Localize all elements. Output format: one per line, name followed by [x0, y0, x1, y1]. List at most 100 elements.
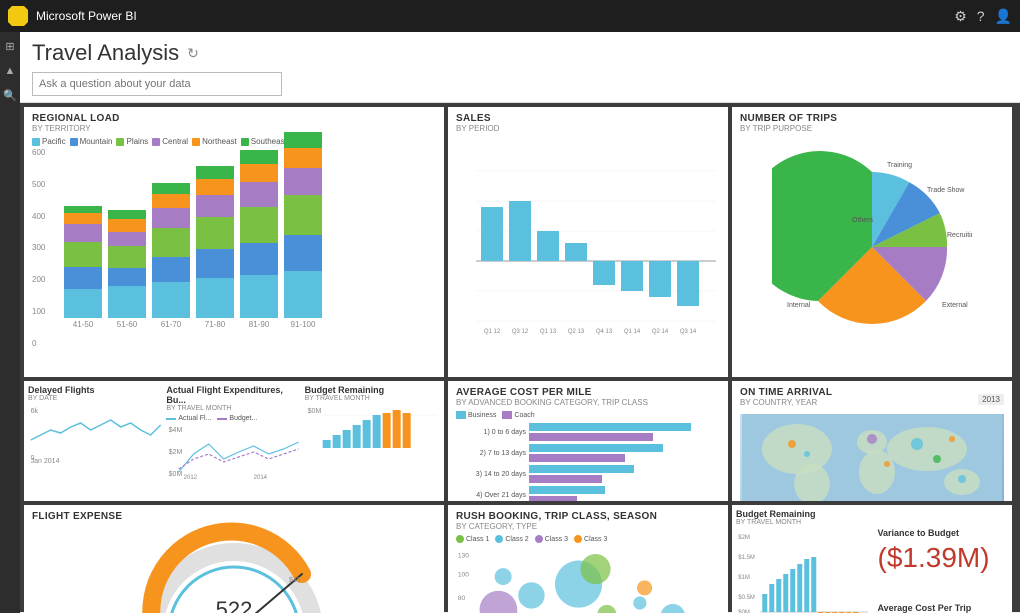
bubble-9[interactable] [661, 604, 686, 613]
bubble-7[interactable] [495, 568, 512, 585]
regional-load-legend: PacificMountainPlainsCentralNortheastSou… [32, 137, 436, 146]
delayed-line [31, 420, 161, 440]
user-icon[interactable]: 👤 [995, 8, 1012, 25]
bubble-chart-svg[interactable]: 130 100 80 60 40 20 20 40 50 60 80 minut… [456, 545, 720, 613]
trips-card: Number of Trips BY TRIP PURPOSE [732, 107, 1012, 377]
dot-3[interactable] [867, 434, 877, 444]
bubble-4[interactable] [597, 605, 616, 613]
nav-icon[interactable]: ▲ [5, 65, 16, 77]
dot-5[interactable] [911, 438, 923, 450]
y-label: 600 [32, 148, 45, 157]
bar-q3-14[interactable] [677, 261, 699, 306]
legend-actual: Actual Fl... [166, 415, 211, 422]
bar-row-0-6: 1) 0 to 6 days [456, 423, 720, 441]
bar-q2-13[interactable] [565, 243, 587, 261]
settings-icon[interactable]: ⚙ [954, 8, 967, 25]
budget-bar-chart[interactable]: $0M [305, 405, 440, 465]
coach-bar-0-6[interactable] [529, 433, 653, 441]
world-map[interactable]: © 2014 Microsoft Corporation [740, 414, 1004, 501]
avg-cost-title: Average Cost Per Mile [456, 387, 720, 398]
gauge-value-label: 522 [216, 597, 253, 613]
svg-text:$4M: $4M [169, 427, 183, 434]
bar-group-41-50[interactable] [64, 206, 102, 318]
dot-4[interactable] [884, 461, 890, 467]
dot-2[interactable] [804, 451, 810, 457]
home-icon[interactable]: ⊞ [5, 40, 14, 53]
bar-group-91-100[interactable] [284, 132, 322, 318]
legend-item-pacific: Pacific [32, 137, 66, 146]
legend-label: Northeast [202, 137, 237, 146]
avg-cost-per-trip-label: Average Cost Per Trip [878, 603, 1005, 613]
bar-q1-12[interactable] [481, 207, 503, 261]
delayed-subtitle: BY DATE [28, 395, 163, 402]
svg-text:2012: 2012 [184, 475, 198, 479]
bar-q1-14[interactable] [621, 261, 643, 291]
svg-text:$0M: $0M [307, 408, 321, 415]
bar-q2-14[interactable] [649, 261, 671, 297]
bar-x-label: 71-80 [205, 320, 225, 329]
coach-bar-14-20[interactable] [529, 475, 602, 483]
bar-segment [64, 242, 102, 267]
stacked-bar-chart[interactable]: 41-5051-6061-7071-8081-9091-100 [60, 148, 436, 333]
bubble-2[interactable] [518, 582, 544, 608]
on-time-title: On Time Arrival [740, 387, 832, 398]
bubble-5[interactable] [637, 580, 652, 595]
business-bar-21plus[interactable] [529, 486, 605, 494]
bar-group-51-60[interactable] [108, 210, 146, 318]
y-axis-labels: 6005004003002001000 [32, 148, 45, 348]
dot-6[interactable] [933, 455, 941, 463]
svg-text:Q1 12: Q1 12 [484, 329, 501, 335]
delayed-sparkline[interactable]: 6k 0 Jan 2014 [28, 405, 163, 465]
expenditure-sparkline[interactable]: $4M $2M $0M 2012 2014 [166, 424, 301, 479]
coach-bar-7-13[interactable] [529, 454, 625, 462]
bubble-6[interactable] [580, 554, 610, 584]
svg-text:80: 80 [458, 595, 466, 602]
bar-segment [152, 257, 190, 282]
help-icon[interactable]: ? [977, 8, 985, 25]
bubble-8[interactable] [633, 596, 646, 609]
bar-group-71-80[interactable] [196, 166, 234, 318]
north-america [762, 424, 832, 474]
dot-7[interactable] [949, 436, 955, 442]
coach-color [502, 411, 512, 419]
y-label: 200 [32, 275, 45, 284]
svg-text:Jan 2014: Jan 2014 [31, 458, 60, 465]
gauge-svg[interactable]: 0 645 522 10k $45 [134, 522, 334, 613]
qa-input[interactable] [32, 72, 282, 96]
bar-row-14-20: 3) 14 to 20 days [456, 465, 720, 483]
bar-q1-13[interactable] [537, 231, 559, 261]
actual-subtitle: BY TRAVEL MONTH [166, 405, 301, 412]
sidebar: ⊞ ▲ 🔍 [0, 32, 20, 613]
budget2-svg[interactable]: $2M $1.5M $1M $0.5M $0M ($0.5M) ($1M) [736, 529, 871, 613]
bar-segment [284, 271, 322, 318]
dot-8[interactable] [958, 475, 966, 483]
bar-q3-12[interactable] [509, 201, 531, 261]
refresh-icon[interactable]: ↻ [187, 45, 199, 62]
regional-load-title: Regional Load [32, 113, 436, 124]
bar-segment [152, 194, 190, 208]
coach-bar-21plus[interactable] [529, 496, 577, 501]
bubble-1[interactable] [480, 591, 518, 613]
flight-expense-title: Flight Expense [32, 511, 436, 522]
pie-chart-svg[interactable]: Training Trade Show Recruiting Others In… [772, 147, 972, 347]
bar-q4-13[interactable] [593, 261, 615, 285]
variance-mini: Variance to Budget ($1.39M) Average Cost… [874, 509, 1009, 613]
business-bar-7-13[interactable] [529, 444, 663, 452]
bar-segment [152, 208, 190, 228]
search-icon[interactable]: 🔍 [3, 89, 17, 102]
bar-segment [64, 267, 102, 289]
svg-text:Q3 14: Q3 14 [680, 329, 697, 335]
business-bar-14-20[interactable] [529, 465, 634, 473]
bar-segment [196, 217, 234, 249]
second-row-card: Delayed Flights BY DATE 6k 0 Jan 2014 Ac… [24, 381, 444, 501]
bar-wrapper: 51-60 [108, 210, 146, 329]
bar-group-81-90[interactable] [240, 150, 278, 318]
on-time-card: On Time Arrival BY COUNTRY, YEAR 2013 [732, 381, 1012, 501]
app-logo [8, 6, 28, 26]
legend-item-central: Central [152, 137, 188, 146]
bar-group-61-70[interactable] [152, 183, 190, 318]
business-bar-0-6[interactable] [529, 423, 691, 431]
bar-segment [152, 282, 190, 318]
waterfall-chart-svg[interactable]: 300 200 100 0 -100 -200 Q1 12 Q3 12 [476, 141, 716, 336]
dot-1[interactable] [788, 440, 796, 448]
